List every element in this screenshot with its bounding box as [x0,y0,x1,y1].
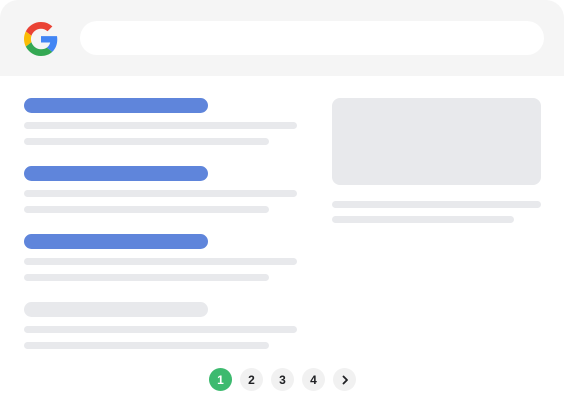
result-snippet-line [24,190,297,197]
result-item [24,98,298,166]
result-snippet-line [24,258,297,265]
pagination: 1 2 3 4 [209,368,356,391]
result-snippet-line [24,138,269,145]
result-item [24,166,298,234]
knowledge-panel-line [332,216,514,223]
header-bar [0,0,564,76]
result-snippet-line [24,274,269,281]
result-snippet-line [24,206,269,213]
page-button-1[interactable]: 1 [209,368,232,391]
search-input[interactable] [80,21,544,55]
results-list [24,98,298,370]
next-page-button[interactable] [333,368,356,391]
result-title-link[interactable] [24,98,208,113]
result-title-link[interactable] [24,234,208,249]
knowledge-panel-line [332,201,541,208]
knowledge-panel [332,98,541,223]
chevron-right-icon [342,375,348,384]
result-item [24,234,298,302]
google-logo-icon[interactable] [24,22,58,56]
result-title-placeholder [24,302,208,317]
result-snippet-line [24,326,297,333]
result-snippet-line [24,122,297,129]
result-snippet-line [24,342,269,349]
result-item [24,302,298,370]
page-button-4[interactable]: 4 [302,368,325,391]
browser-frame: 1 2 3 4 [0,0,564,404]
page-button-2[interactable]: 2 [240,368,263,391]
result-title-link[interactable] [24,166,208,181]
page-button-3[interactable]: 3 [271,368,294,391]
knowledge-panel-image [332,98,541,185]
